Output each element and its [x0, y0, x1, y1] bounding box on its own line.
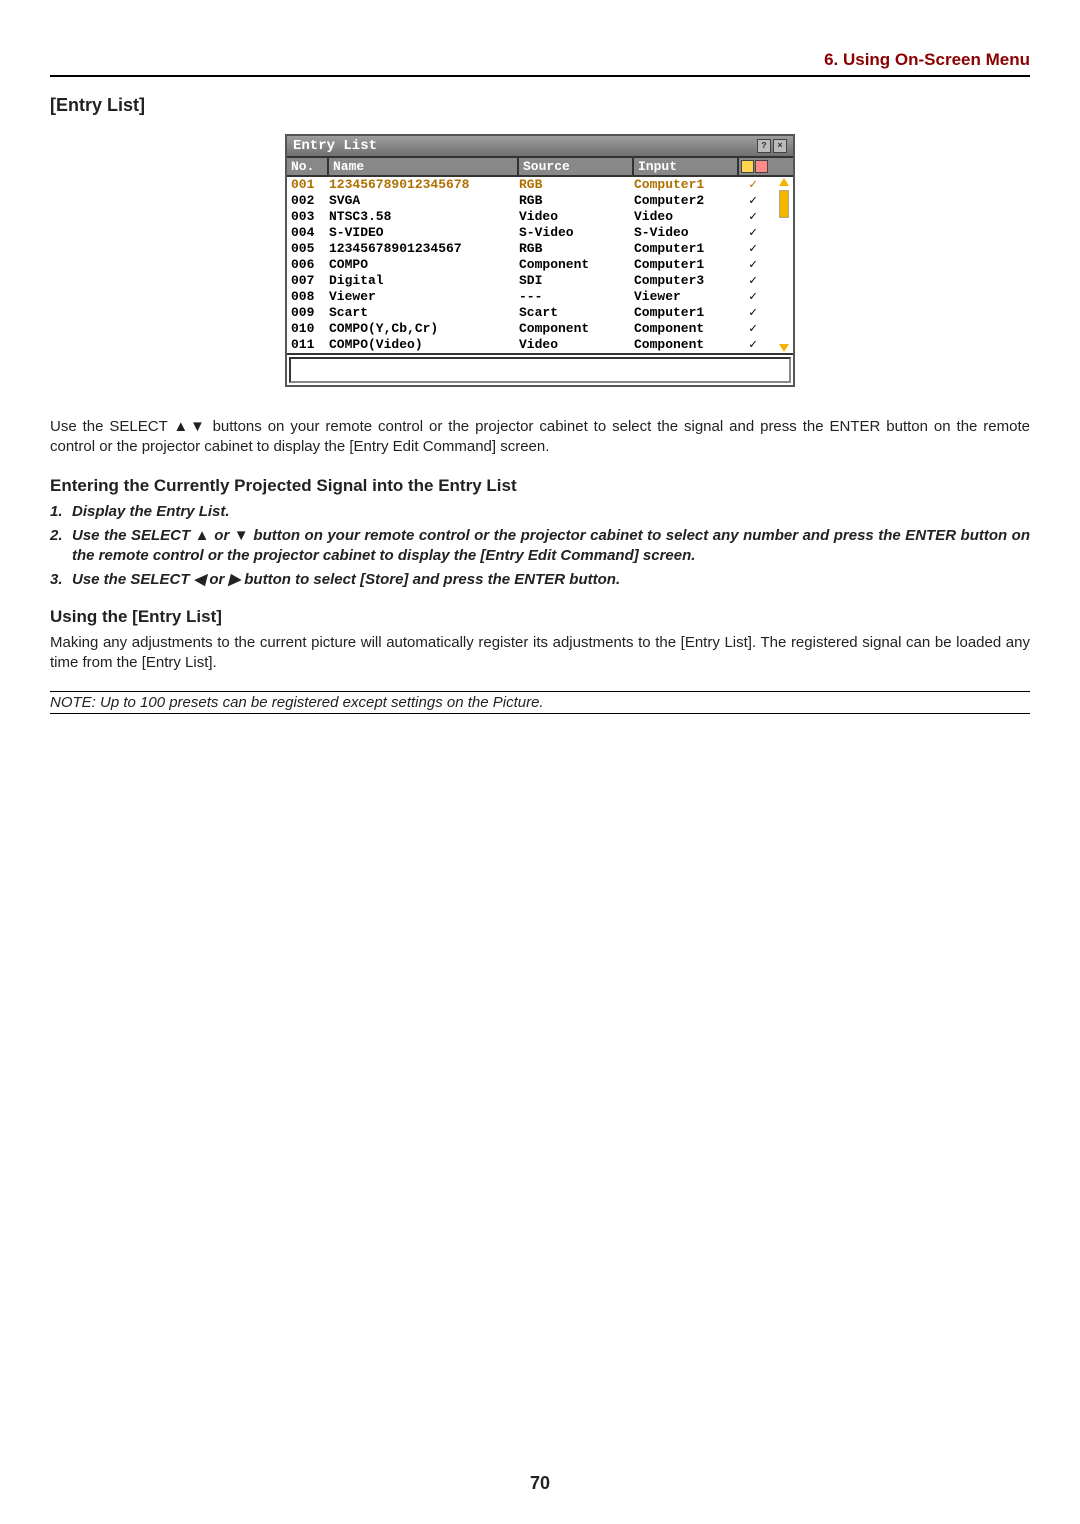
- page-number: 70: [0, 1473, 1080, 1494]
- subheading-1: Entering the Currently Projected Signal …: [50, 476, 1030, 496]
- step-item: 3.Use the SELECT ◀ or ▶ button to select…: [50, 570, 1030, 590]
- window-title: Entry List: [293, 138, 377, 154]
- scroll-up-icon[interactable]: [779, 178, 789, 186]
- col-input: Input: [634, 158, 739, 175]
- scroll-thumb[interactable]: [779, 190, 789, 218]
- help-icon[interactable]: ?: [757, 139, 771, 153]
- table-body: 001123456789012345678RGBComputer1✓002SVG…: [287, 177, 793, 353]
- scroll-down-icon[interactable]: [779, 344, 789, 352]
- skip-icon: [755, 160, 768, 173]
- note-text: NOTE: Up to 100 presets can be registere…: [50, 691, 1030, 714]
- col-name: Name: [329, 158, 519, 175]
- scrollbar[interactable]: [777, 177, 791, 353]
- table-row[interactable]: 006COMPOComponentComputer1✓: [287, 257, 793, 273]
- table-row[interactable]: 004S-VIDEOS-VideoS-Video✓: [287, 225, 793, 241]
- table-row[interactable]: 00512345678901234567RGBComputer1✓: [287, 241, 793, 257]
- table-row[interactable]: 009ScartScartComputer1✓: [287, 305, 793, 321]
- window-titlebar: Entry List ? ×: [287, 136, 793, 156]
- table-header: No. Name Source Input: [287, 156, 793, 177]
- close-icon[interactable]: ×: [773, 139, 787, 153]
- subheading-2: Using the [Entry List]: [50, 607, 1030, 627]
- status-bar: [287, 353, 793, 385]
- steps-list: 1.Display the Entry List. 2.Use the SELEC…: [50, 502, 1030, 591]
- step-item: 2.Use the SELECT ▲ or ▼ button on your r…: [50, 526, 1030, 567]
- page-subtitle: [Entry List]: [50, 95, 1030, 116]
- step-item: 1.Display the Entry List.: [50, 502, 1030, 522]
- table-row[interactable]: 008Viewer---Viewer✓: [287, 289, 793, 305]
- table-row[interactable]: 010COMPO(Y,Cb,Cr)ComponentComponent✓: [287, 321, 793, 337]
- table-row[interactable]: 011COMPO(Video)VideoComponent✓: [287, 337, 793, 353]
- lock-icon: [741, 160, 754, 173]
- paragraph-2: Making any adjustments to the current pi…: [50, 633, 1030, 674]
- section-header: 6. Using On-Screen Menu: [50, 50, 1030, 77]
- table-row[interactable]: 007DigitalSDIComputer3✓: [287, 273, 793, 289]
- table-row[interactable]: 002SVGARGBComputer2✓: [287, 193, 793, 209]
- entry-list-window: Entry List ? × No. Name Source Input 001…: [285, 134, 795, 387]
- table-row[interactable]: 003NTSC3.58VideoVideo✓: [287, 209, 793, 225]
- col-source: Source: [519, 158, 634, 175]
- table-row[interactable]: 001123456789012345678RGBComputer1✓: [287, 177, 793, 193]
- col-no: No.: [287, 158, 329, 175]
- paragraph-1: Use the SELECT ▲▼ buttons on your remote…: [50, 417, 1030, 458]
